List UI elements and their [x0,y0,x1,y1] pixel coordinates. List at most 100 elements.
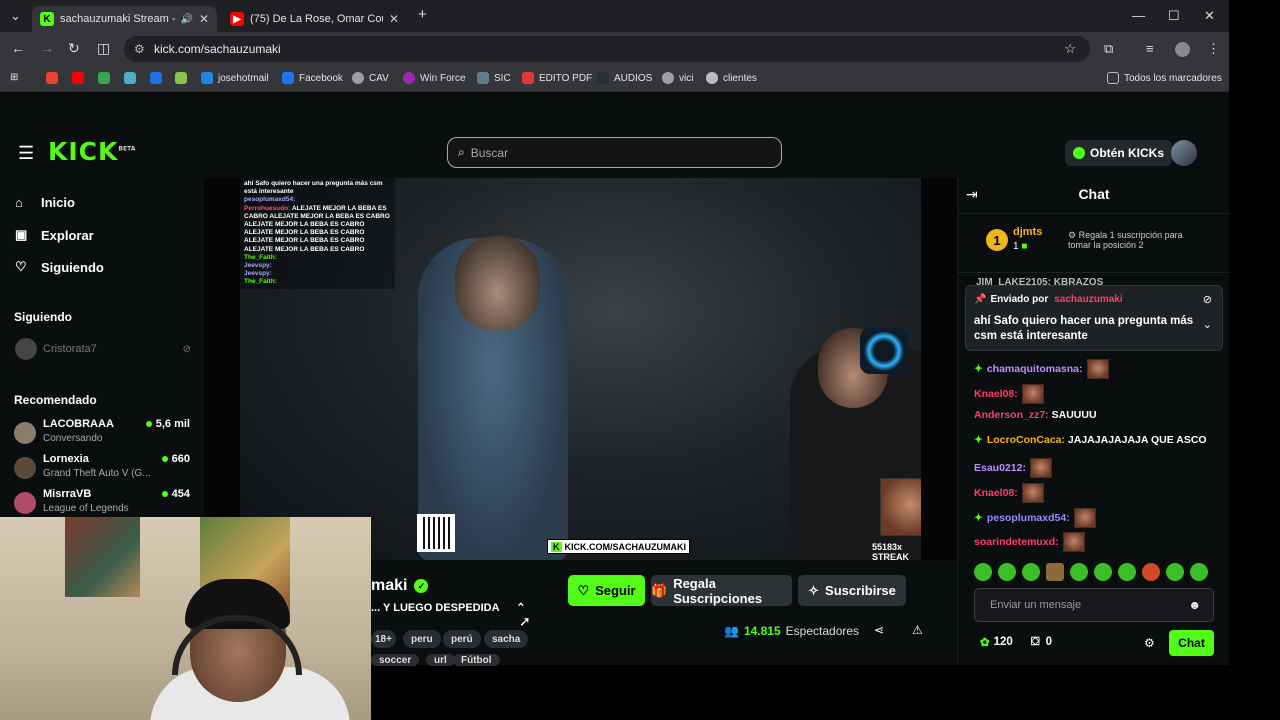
new-tab-icon[interactable]: + [418,6,427,23]
emote-icon[interactable] [1190,563,1208,581]
viewer-count: 660 [162,453,190,465]
bookmark-winforce[interactable]: Win Force [403,72,466,84]
emote-icon[interactable] [1142,563,1160,581]
tag-chip[interactable]: perú [443,630,481,648]
split-view-icon[interactable]: ◫ [97,40,110,57]
chat-username[interactable]: Anderson_zz7: [974,409,1049,421]
youtube-icon[interactable] [72,72,89,84]
tag-chip[interactable]: 18+ [371,630,396,648]
back-icon[interactable]: ← [11,40,25,56]
follow-button[interactable]: ♡ Seguir [568,575,645,606]
all-bookmarks[interactable]: Todos los marcadores [1107,72,1222,84]
recommended-channel[interactable]: MisrraVB League of Legends 454 [14,488,192,520]
kick-logo[interactable]: KICKBETA [48,137,135,166]
search-icon: ⌕ [458,145,465,159]
drops-value: 0 [1045,636,1052,648]
chat-points[interactable]: ✿ 120 ⛋ 0 [980,635,1052,650]
bookmark-edito-pdf[interactable]: EDITO PDF [522,72,592,84]
bookmark-audios[interactable]: AUDIOS [597,72,652,84]
maximize-icon[interactable]: ☐ [1168,8,1180,24]
gift-cta[interactable]: ⚙ Regala 1 suscripción para tomar la pos… [1068,230,1208,250]
pinned-user[interactable]: sachauzumaki [1054,294,1122,305]
get-kicks-button[interactable]: Obtén KICKs [1065,140,1173,166]
emote-icon[interactable] [1118,563,1136,581]
unpin-icon[interactable]: ⊘ [1203,293,1212,306]
channel-name[interactable]: maki [371,577,407,595]
search-input[interactable]: ⌕ Buscar [447,137,782,168]
chat-username[interactable]: soarindetemuxd: [974,536,1059,548]
chat-username[interactable]: Esau0212: [974,462,1026,474]
emote-icon [1062,532,1085,552]
emote-icon[interactable] [1070,563,1088,581]
chat-username[interactable]: Knael08: [974,388,1018,400]
menu-dots-icon[interactable]: ⋮ [1207,41,1220,57]
meme-emote-image [880,478,921,536]
forward-icon[interactable]: → [40,40,54,56]
chat-settings-icon[interactable]: ⚙ [1144,636,1155,650]
bookmark-star-icon[interactable]: ☆ [1064,41,1076,57]
leader-name[interactable]: djmts [1013,226,1042,238]
bookmark-label: SIC [494,72,511,84]
apps-icon[interactable]: ⊞ [10,72,18,83]
gmail-icon[interactable] [46,72,63,84]
chat-message-input[interactable]: Enviar un mensaje ☻ [974,588,1214,622]
recommended-channel[interactable]: Lornexia Grand Theft Auto V (G... 660 [14,453,192,485]
minimize-icon[interactable]: — [1132,8,1145,23]
tab-kick[interactable]: K sachauzumaki Stream - Wa 🔊 ✕ [32,6,217,32]
chat-username[interactable]: Knael08: [974,487,1018,499]
extensions-icon[interactable]: ⧉ [1104,41,1113,57]
bookmark-vici[interactable]: vici [662,72,693,84]
site-info-icon[interactable]: ⚙ [134,42,145,56]
emote-icon[interactable] [1046,563,1064,581]
bookmark-josehotmail[interactable]: josehotmail [201,72,269,84]
chat-username[interactable]: chamaquitomasna: [987,363,1083,375]
tab-youtube[interactable]: ▶ (75) De La Rose, Omar Courtz - ✕ [222,6,407,32]
following-channel[interactable]: Cristorata7 ⊘ [15,338,191,360]
subscribe-button[interactable]: ✧ Suscribirse [798,575,906,606]
report-icon[interactable]: ⚠ [912,623,923,637]
bookmark-icon[interactable] [175,72,192,84]
media-control-icon[interactable]: ≡ [1146,41,1154,56]
send-chat-button[interactable]: Chat [1169,630,1214,656]
recommended-channel[interactable]: LACOBRAAA Conversando 5,6 mil [14,418,192,450]
hamburger-menu-icon[interactable]: ☰ [18,143,34,164]
emoji-picker-icon[interactable]: ☻ [1188,598,1201,612]
gift-subs-button[interactable]: 🎁 Regala Suscripciones [651,575,792,606]
bookmark-sic[interactable]: SIC [477,72,511,84]
emote-icon[interactable] [998,563,1016,581]
emote-icon[interactable] [974,563,992,581]
bookmark-facebook[interactable]: Facebook [282,72,343,84]
bookmark-cav[interactable]: CAV [352,72,389,84]
user-avatar[interactable] [1171,140,1197,166]
emote-icon[interactable] [1166,563,1184,581]
reload-icon[interactable]: ↻ [68,40,80,57]
bookmark-icon[interactable] [150,72,167,84]
chevron-down-icon[interactable]: ⌄ [1203,318,1212,331]
video-player[interactable]: ahí Safo quiero hacer una pregunta más c… [204,178,957,560]
address-bar[interactable]: ⚙ kick.com/sachauzumaki ☆ [124,36,1090,62]
sidebar-item-siguiendo[interactable]: ♡ Siguiendo [15,259,104,275]
tag-chip[interactable]: soccer [371,654,420,666]
bookmark-clientes[interactable]: clientes [706,72,757,84]
tag-chip[interactable]: sacha [484,630,529,648]
emote-icon[interactable] [1022,563,1040,581]
close-tab-icon[interactable]: ✕ [389,12,399,26]
maps-icon[interactable] [98,72,115,84]
chat-message: ✦ LocroConCaca: JAJAJAJAJAJA QUE ASCO [974,434,1207,446]
sidebar-item-inicio[interactable]: ⌂ Inicio [15,195,75,210]
chat-username[interactable]: pesoplumaxd54: [987,512,1070,524]
sidebar-item-explorar[interactable]: ▣ Explorar [15,227,94,243]
tag-chip[interactable]: Fútbol [453,654,500,666]
share-icon[interactable]: ⋖ [874,623,884,637]
tag-chip[interactable]: url [426,654,455,666]
tab-search-icon[interactable]: ⌄ [10,8,21,24]
bookmark-icon[interactable] [124,72,141,84]
sidebar-item-label: Siguiendo [41,259,104,275]
tag-chip[interactable]: peru [403,630,441,648]
chat-username[interactable]: LocroConCaca: [987,434,1065,446]
close-window-icon[interactable]: ✕ [1204,8,1215,24]
tab-title: sachauzumaki Stream - Wa [60,13,176,25]
profile-icon[interactable] [1175,42,1190,57]
close-tab-icon[interactable]: ✕ [199,12,209,26]
emote-icon[interactable] [1094,563,1112,581]
